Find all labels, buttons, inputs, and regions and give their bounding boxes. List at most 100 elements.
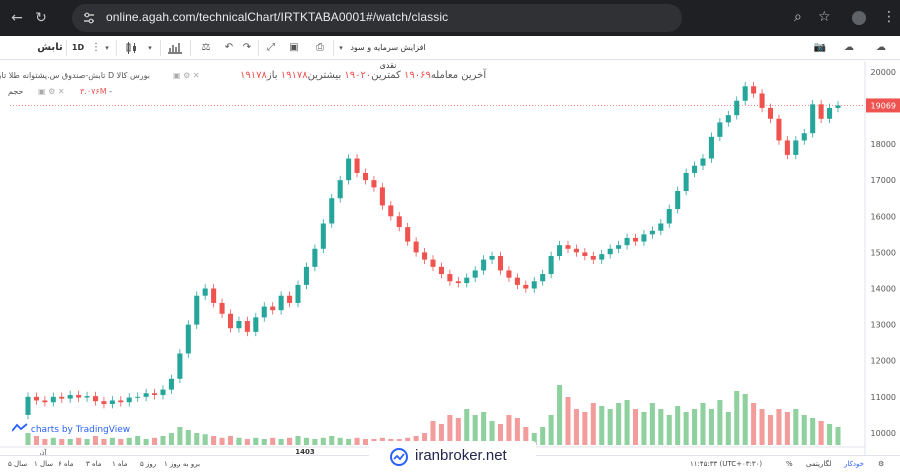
goto-date[interactable]: برو به ... bbox=[174, 460, 200, 468]
log-toggle[interactable]: لگاریتمی bbox=[806, 460, 831, 468]
volume-bar bbox=[616, 403, 622, 445]
volume-bar bbox=[658, 409, 664, 445]
volume-bar bbox=[185, 430, 191, 445]
print-icon[interactable]: ⎙ bbox=[310, 39, 330, 57]
price-chart[interactable]: 2000019000180001700016000150001400013000… bbox=[0, 61, 900, 455]
chart-area[interactable]: 2000019000180001700016000150001400013000… bbox=[0, 61, 900, 473]
chart-style-icon[interactable] bbox=[120, 39, 142, 57]
legend-buttons[interactable]: ▣ ⚙ ✕ bbox=[173, 71, 200, 80]
watermark: iranbroker.net bbox=[369, 441, 536, 473]
volume-bar bbox=[565, 397, 571, 445]
volume-bar bbox=[295, 436, 301, 445]
candle-body bbox=[50, 396, 56, 403]
save-icon[interactable]: ▣ bbox=[284, 39, 304, 57]
candle-body bbox=[118, 400, 124, 403]
period-6m[interactable]: ۶ ماه bbox=[58, 460, 74, 468]
menu-dots-icon[interactable]: ⋮ bbox=[882, 9, 896, 25]
back-icon[interactable]: ← bbox=[8, 9, 26, 27]
candle-body bbox=[337, 180, 343, 199]
candle-body bbox=[84, 396, 90, 398]
address-bar[interactable]: online.agah.com/technicalChart/IRTKTABA0… bbox=[72, 4, 682, 32]
candle-body bbox=[827, 107, 833, 119]
cloud-download-icon[interactable]: ☁ bbox=[838, 39, 860, 57]
period-1m[interactable]: ۱ ماه bbox=[112, 460, 128, 468]
candle-body bbox=[236, 321, 242, 329]
chevron-down-icon[interactable]: ▾ bbox=[336, 39, 346, 57]
candle-body bbox=[253, 317, 259, 332]
profile-avatar[interactable] bbox=[852, 11, 866, 25]
candle-body bbox=[514, 277, 520, 285]
low-value: ۱۹۰۲۰ bbox=[344, 70, 372, 81]
volume-bar bbox=[641, 412, 647, 445]
volume-bar bbox=[160, 436, 166, 445]
auto-toggle[interactable]: خودکار bbox=[844, 460, 864, 468]
chevron-down-icon[interactable]: ▾ bbox=[102, 39, 112, 57]
volume-bar bbox=[540, 427, 546, 445]
candle-body bbox=[160, 389, 166, 396]
candle-body bbox=[168, 378, 174, 390]
site-settings-icon[interactable] bbox=[82, 11, 96, 25]
volume-legend-buttons[interactable]: ▣ ⚙ ✕ bbox=[38, 87, 65, 96]
candle-body bbox=[472, 270, 478, 278]
snapshot-icon[interactable]: 📷 bbox=[810, 39, 830, 57]
period-3m[interactable]: ۳ ماه bbox=[86, 460, 102, 468]
high-label: بیشترین bbox=[307, 70, 342, 81]
candle-body bbox=[540, 274, 546, 282]
volume-bar bbox=[76, 437, 82, 445]
candle-body bbox=[734, 100, 740, 116]
volume-bar bbox=[742, 394, 748, 445]
interval-selector[interactable]: 1D bbox=[68, 39, 88, 57]
price-tick-label: 16000 bbox=[871, 212, 896, 221]
volume-bar bbox=[59, 439, 65, 445]
volume-bar bbox=[557, 385, 563, 445]
candle-body bbox=[287, 295, 293, 303]
last-price-badge-text: 19069 bbox=[871, 101, 896, 110]
redo-icon[interactable]: ↷ bbox=[238, 39, 256, 57]
chevron-down-icon[interactable]: ▾ bbox=[145, 39, 155, 57]
settings-icon[interactable]: ⚙ bbox=[878, 460, 884, 468]
percent-toggle[interactable]: % bbox=[786, 460, 793, 468]
candle-body bbox=[76, 395, 82, 398]
candle-body bbox=[810, 104, 816, 134]
candle-body bbox=[767, 107, 774, 119]
candle-body bbox=[708, 136, 714, 159]
volume-bar bbox=[92, 436, 99, 445]
volume-bar bbox=[354, 437, 360, 445]
low-label: کمترین bbox=[371, 70, 401, 81]
volume-bar bbox=[708, 409, 714, 445]
candle-body bbox=[388, 205, 394, 217]
volume-bar bbox=[649, 403, 655, 445]
price-tick-label: 18000 bbox=[871, 140, 896, 149]
reload-icon[interactable]: ↻ bbox=[32, 9, 50, 27]
period-5y[interactable]: ۵ سال bbox=[8, 460, 27, 468]
interval-more-icon[interactable]: ⋮ bbox=[90, 39, 102, 57]
volume-bar bbox=[767, 415, 774, 445]
volume-bar bbox=[84, 439, 90, 445]
volume-bar bbox=[793, 409, 799, 445]
compare-icon[interactable]: ⚖ bbox=[195, 39, 217, 57]
zoom-icon[interactable]: ⌕ bbox=[794, 9, 802, 25]
candle-body bbox=[135, 396, 141, 398]
candle-body bbox=[506, 270, 512, 278]
corporate-action-dropdown[interactable]: افزایش سرمایه و سود نقدی bbox=[346, 39, 430, 70]
undo-icon[interactable]: ↶ bbox=[220, 39, 238, 57]
volume-bar bbox=[219, 437, 225, 445]
candle-body bbox=[548, 256, 554, 275]
volume-bar bbox=[599, 406, 605, 445]
bookmark-star-icon[interactable]: ☆ bbox=[818, 9, 831, 25]
candle-body bbox=[194, 295, 200, 325]
indicators-icon[interactable] bbox=[164, 39, 186, 57]
tradingview-logo[interactable]: charts by TradingView bbox=[11, 423, 130, 435]
fullscreen-icon[interactable]: ⤢ bbox=[261, 39, 281, 57]
period-5d[interactable]: ۵ روز bbox=[140, 460, 156, 468]
volume-bar bbox=[573, 409, 579, 445]
candle-body bbox=[405, 227, 411, 242]
candle-body bbox=[742, 86, 748, 101]
volume-bar bbox=[624, 400, 630, 445]
candle-body bbox=[270, 306, 276, 311]
symbol-search[interactable]: تابش bbox=[36, 39, 64, 57]
cloud-upload-icon[interactable]: ☁ bbox=[870, 39, 892, 57]
volume-bar bbox=[303, 437, 309, 445]
period-1y[interactable]: ۱ سال bbox=[34, 460, 53, 468]
volume-bar bbox=[835, 427, 841, 445]
